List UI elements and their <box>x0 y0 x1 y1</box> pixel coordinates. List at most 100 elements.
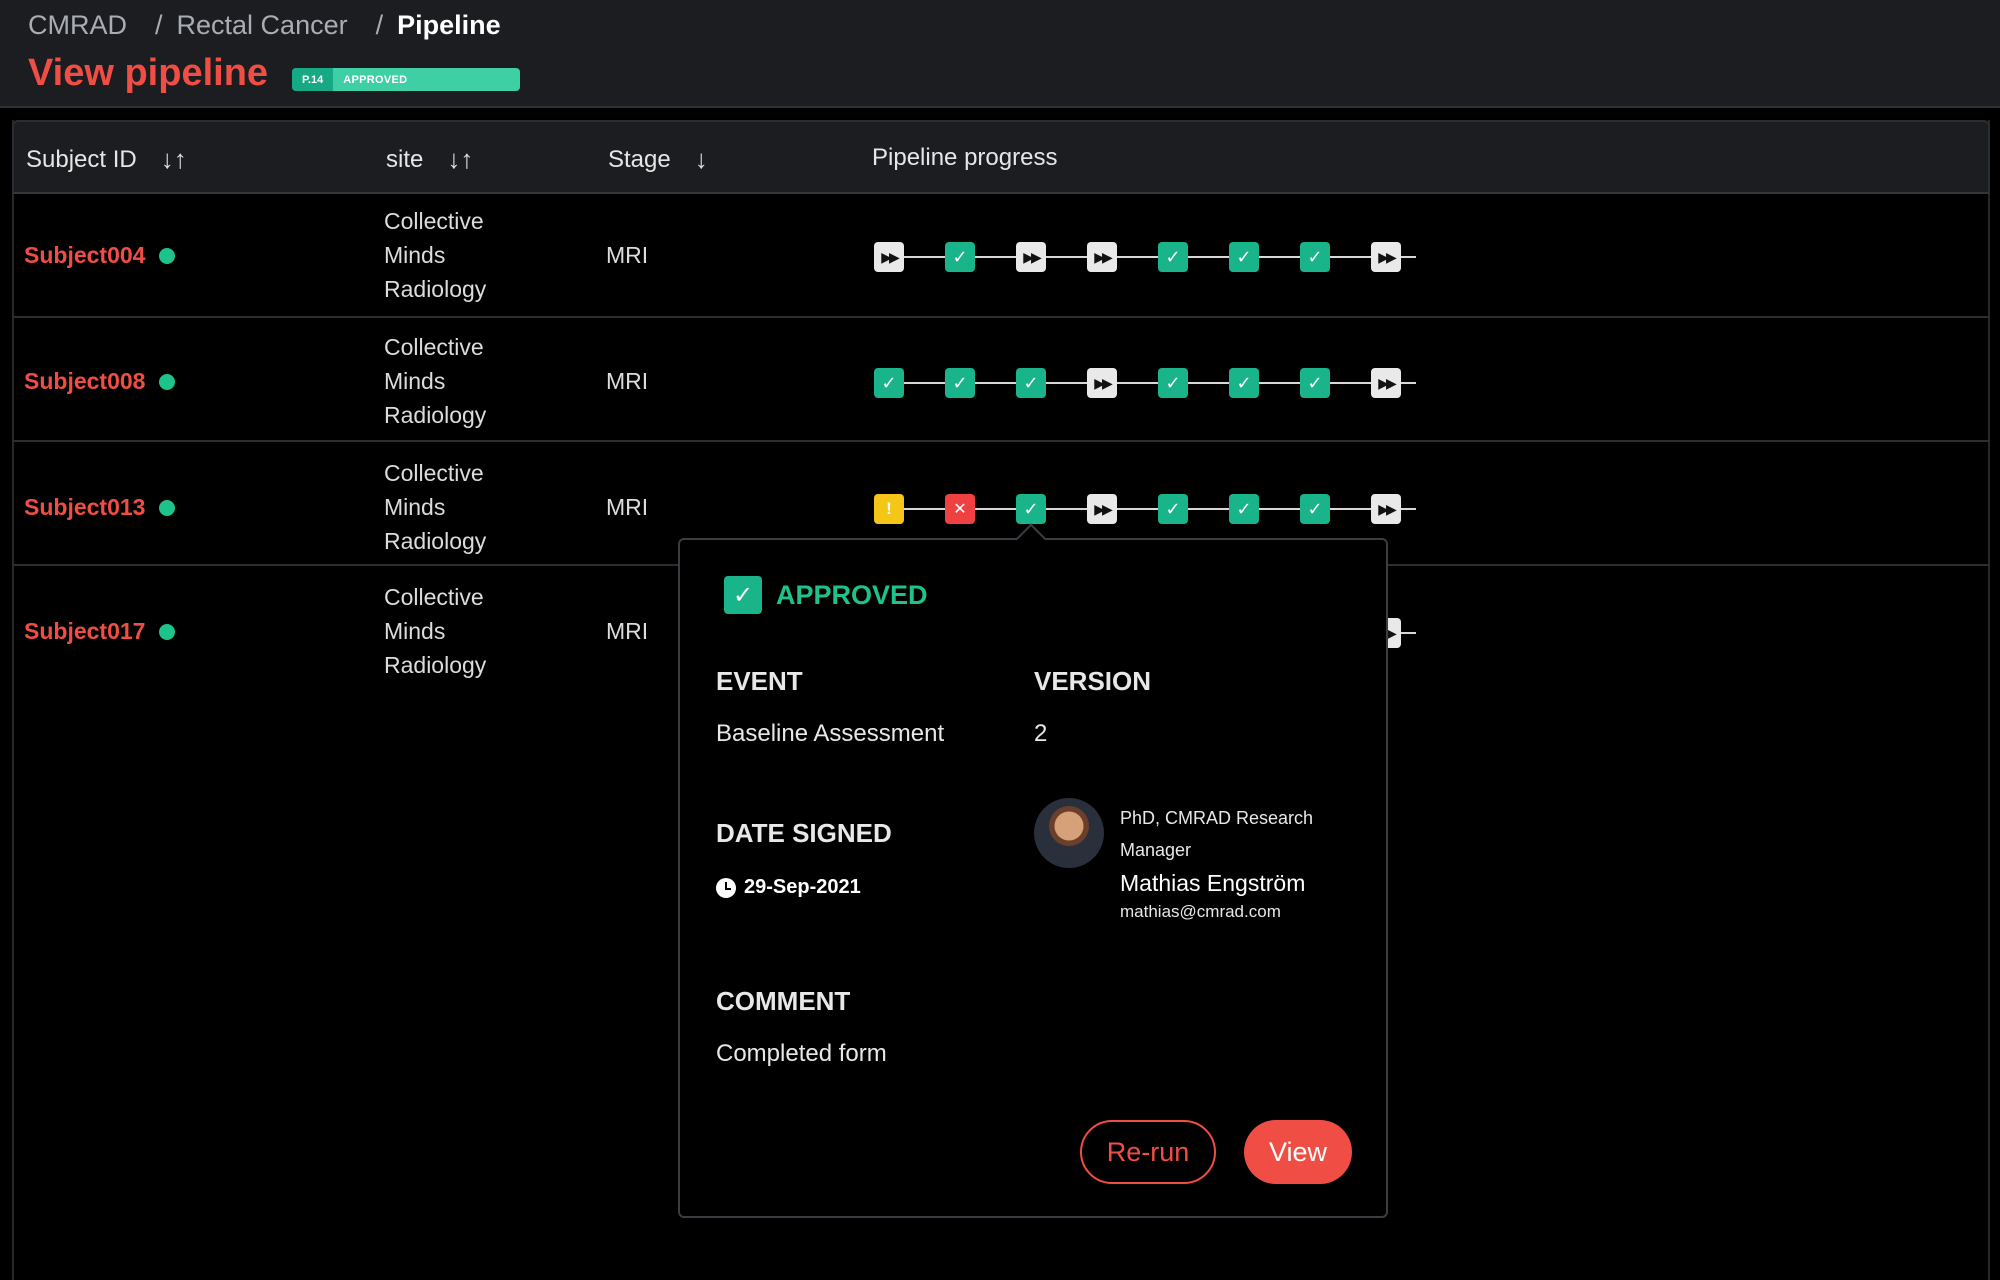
check-icon[interactable]: ✓ <box>945 368 975 398</box>
warning-icon[interactable]: ! <box>874 494 904 524</box>
clock-icon <box>716 877 736 898</box>
check-icon[interactable]: ✓ <box>1016 368 1046 398</box>
site-text: Collective <box>384 334 484 360</box>
breadcrumb: CMRAD / Rectal Cancer / Pipeline <box>28 10 501 41</box>
site-cell: Collective Minds Radiology <box>384 204 486 306</box>
status-dot <box>159 623 176 640</box>
check-icon[interactable]: ✓ <box>1158 242 1188 272</box>
column-header-subject-id[interactable]: Subject ID ↓↑ <box>26 144 187 175</box>
check-icon[interactable]: ✓ <box>1229 368 1259 398</box>
signer-name: Mathias Engström <box>1120 870 1306 896</box>
site-text: Collective <box>384 460 484 486</box>
top-bar: CMRAD / Rectal Cancer / Pipeline View pipeli… <box>0 0 2000 108</box>
sort-icon[interactable]: ↓↑ <box>447 144 473 175</box>
step-details-popover: ✓ APPROVED EVENT Baseline Assessment VER… <box>678 523 1388 1218</box>
breadcrumb-separator: / <box>155 10 163 40</box>
table-header: Subject ID ↓↑ site ↓↑ Stage ↓ Pipeline p… <box>12 120 1990 194</box>
check-icon[interactable]: ✓ <box>1229 494 1259 524</box>
check-icon[interactable]: ✓ <box>1016 494 1046 524</box>
rerun-button[interactable]: Re-run <box>1080 1120 1216 1184</box>
stage-cell: MRI <box>606 368 649 394</box>
site-text: Minds <box>384 368 446 394</box>
column-header-label: site <box>386 145 424 173</box>
site-text: Minds <box>384 494 446 520</box>
site-text: Collective <box>384 208 484 234</box>
breadcrumb-separator: / <box>375 10 384 40</box>
subject-link[interactable]: Subject017 <box>24 618 145 645</box>
check-icon[interactable]: ✓ <box>1158 494 1188 524</box>
subject-id-cell[interactable]: Subject008 <box>24 368 176 395</box>
check-icon: ✓ <box>724 576 762 614</box>
close-icon[interactable]: ✕ <box>945 494 975 524</box>
date-signed-label: DATE SIGNED <box>716 818 892 848</box>
pipeline-progress: ✓ ✓ ✓ ▶▶ ✓ ✓ ✓ ▶▶ <box>874 366 1434 400</box>
page-title: View pipeline <box>28 52 269 94</box>
subject-id-cell[interactable]: Subject013 <box>24 494 176 521</box>
breadcrumb-item-current: Pipeline <box>397 10 501 40</box>
check-icon[interactable]: ✓ <box>945 242 975 272</box>
event-value: Baseline Assessment <box>716 720 945 747</box>
table-row[interactable]: Subject004 Collective Minds Radiology MR… <box>12 194 1990 318</box>
status-dot <box>159 373 176 390</box>
stage-cell: MRI <box>606 242 649 268</box>
status-tag: APPROVED <box>343 73 408 86</box>
fast-forward-icon[interactable]: ▶▶ <box>1016 242 1046 272</box>
subject-link[interactable]: Subject013 <box>24 494 145 521</box>
site-text: Radiology <box>384 276 487 302</box>
check-icon[interactable]: ✓ <box>1300 368 1330 398</box>
column-header-site[interactable]: site ↓↑ <box>386 144 473 175</box>
check-icon[interactable]: ✓ <box>1300 494 1330 524</box>
column-header-progress: Pipeline progress <box>872 144 1057 172</box>
status-dot <box>159 499 176 516</box>
check-icon[interactable]: ✓ <box>1158 368 1188 398</box>
site-text: Radiology <box>384 528 487 554</box>
breadcrumb-item-cmrad[interactable]: CMRAD <box>28 10 127 40</box>
popover-status-label: APPROVED <box>776 579 928 610</box>
check-icon[interactable]: ✓ <box>1300 242 1330 272</box>
column-header-label: Stage <box>608 145 671 173</box>
site-text: Minds <box>384 242 446 268</box>
column-header-stage[interactable]: Stage ↓ <box>608 144 708 175</box>
pipeline-progress: ! ✕ ✓ ▶▶ ✓ ✓ ✓ ▶▶ <box>874 492 1434 526</box>
view-button[interactable]: View <box>1244 1120 1352 1184</box>
status-dot <box>159 247 176 264</box>
table-row[interactable]: Subject008 Collective Minds Radiology MR… <box>12 318 1990 442</box>
fast-forward-icon[interactable]: ▶▶ <box>874 242 904 272</box>
comment-value: Completed form <box>716 1040 887 1067</box>
sort-desc-icon[interactable]: ↓ <box>695 144 708 175</box>
fast-forward-icon[interactable]: ▶▶ <box>1371 368 1401 398</box>
subject-link[interactable]: Subject004 <box>24 242 145 269</box>
signer-info: PhD, CMRAD Research Manager Mathias Engs… <box>1120 802 1360 922</box>
check-icon[interactable]: ✓ <box>874 368 904 398</box>
date-signed-value: 29-Sep-2021 <box>744 876 861 898</box>
date-signed: 29-Sep-2021 <box>716 876 861 899</box>
signer-role: PhD, CMRAD Research Manager <box>1120 808 1314 860</box>
fast-forward-icon[interactable]: ▶▶ <box>1371 242 1401 272</box>
fast-forward-icon[interactable]: ▶▶ <box>1087 494 1117 524</box>
sort-icon[interactable]: ↓↑ <box>161 144 187 175</box>
subject-id-cell[interactable]: Subject017 <box>24 618 176 645</box>
event-label: EVENT <box>716 666 803 696</box>
pipeline-progress: ▶▶ ✓ ▶▶ ▶▶ ✓ ✓ ✓ ▶▶ <box>874 240 1434 274</box>
status-badge: P.14 APPROVED <box>292 68 520 91</box>
site-cell: Collective Minds Radiology <box>384 456 486 558</box>
stage-cell: MRI <box>606 618 649 644</box>
stage-cell: MRI <box>606 494 649 520</box>
check-icon[interactable]: ✓ <box>1229 242 1259 272</box>
subject-link[interactable]: Subject008 <box>24 368 145 395</box>
breadcrumb-item-project[interactable]: Rectal Cancer <box>177 10 348 40</box>
fast-forward-icon[interactable]: ▶▶ <box>1087 242 1117 272</box>
fast-forward-icon[interactable]: ▶▶ <box>1371 494 1401 524</box>
version-value: 2 <box>1034 720 1048 747</box>
avatar <box>1034 798 1104 868</box>
site-text: Radiology <box>384 402 487 428</box>
column-header-label: Pipeline progress <box>872 144 1058 171</box>
signer-email: mathias@cmrad.com <box>1120 902 1281 921</box>
column-header-label: Subject ID <box>26 145 137 173</box>
site-cell: Collective Minds Radiology <box>384 330 486 432</box>
site-cell: Collective Minds Radiology <box>384 580 486 682</box>
site-text: Collective <box>384 584 484 610</box>
subject-id-cell[interactable]: Subject004 <box>24 242 176 269</box>
site-text: Radiology <box>384 652 487 678</box>
fast-forward-icon[interactable]: ▶▶ <box>1087 368 1117 398</box>
